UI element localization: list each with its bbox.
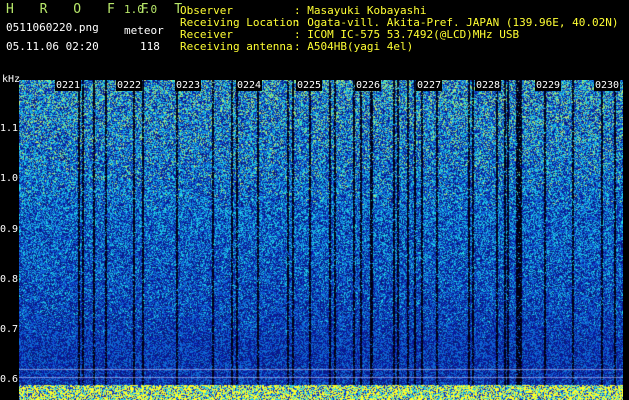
time-label: 0226 bbox=[355, 80, 382, 91]
antenna-label: Receiving antenna bbox=[180, 40, 293, 53]
time-label: 0230 bbox=[594, 80, 621, 91]
time-label: 0224 bbox=[236, 80, 263, 91]
filename: 0511060220.png bbox=[6, 21, 99, 34]
app-version: 1.0.0 bbox=[124, 3, 158, 16]
time-label: 0223 bbox=[175, 80, 202, 91]
time-label: 0229 bbox=[535, 80, 562, 91]
count: 118 bbox=[140, 40, 160, 53]
app-logo: H R O F F T bbox=[6, 2, 192, 17]
time-label: 0225 bbox=[296, 80, 323, 91]
datetime: 05.11.06 02:20 bbox=[6, 40, 99, 53]
y-tick: 1.1 bbox=[0, 123, 18, 134]
unit-label: kHz bbox=[2, 74, 21, 85]
time-label: 0221 bbox=[55, 80, 82, 91]
y-tick: 0.7 bbox=[0, 324, 18, 335]
spectrogram bbox=[19, 80, 623, 400]
mode-label: meteor bbox=[124, 24, 164, 37]
y-tick: 0.8 bbox=[0, 274, 18, 285]
y-tick: 0.9 bbox=[0, 224, 18, 235]
header-panel: H R O F F T 1.0.0 0511060220.png meteor … bbox=[0, 0, 629, 78]
time-label: 0228 bbox=[475, 80, 502, 91]
y-tick: 0.6 bbox=[0, 374, 18, 385]
y-tick: 1.0 bbox=[0, 173, 18, 184]
time-label: 0222 bbox=[116, 80, 143, 91]
time-label: 0227 bbox=[416, 80, 443, 91]
antenna-value: : A504HB(yagi 4el) bbox=[294, 40, 414, 53]
